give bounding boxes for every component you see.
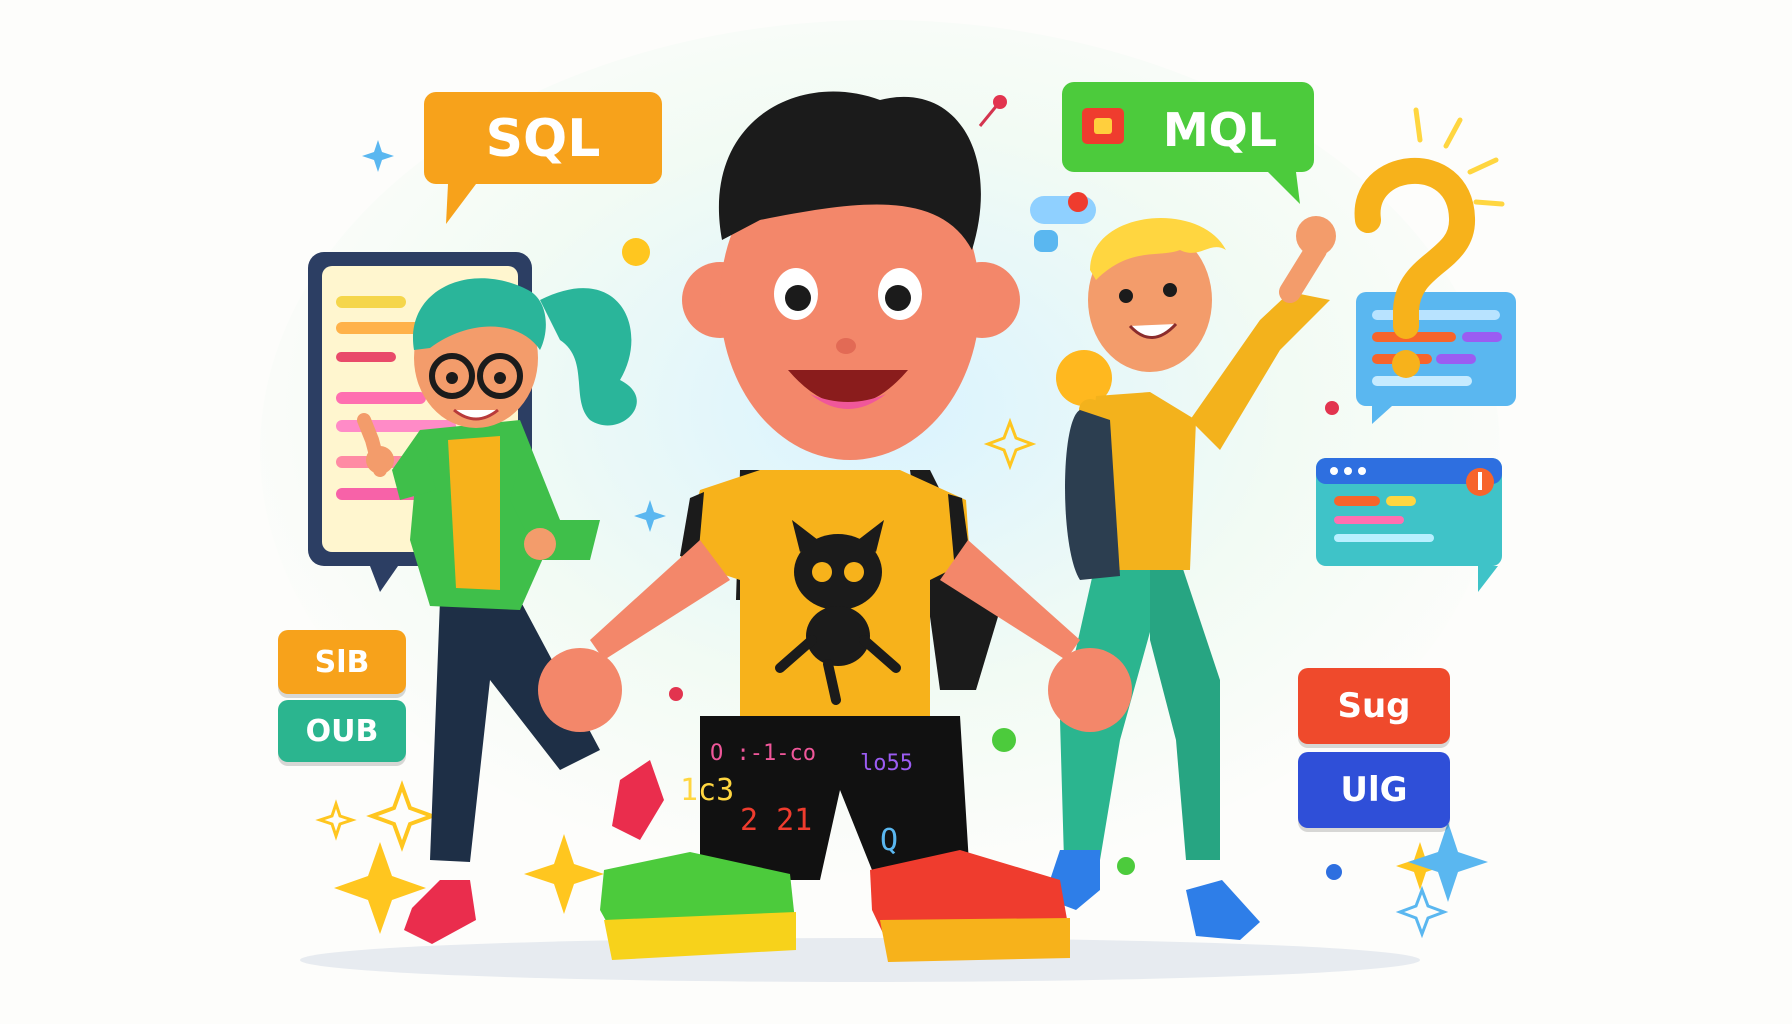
dot-icon: [1325, 401, 1339, 415]
dot-icon: [992, 728, 1016, 752]
tag-sug: Sug: [1298, 668, 1450, 744]
ground-shadow: [300, 938, 1420, 982]
pants-code-4: lo55: [860, 751, 913, 776]
dot-icon: [669, 687, 683, 701]
tag-slb: SlB: [278, 630, 406, 694]
illustration-scene: SQL MQL O:-1-co 1c3 2 21 lo55 Q SlB OUB…: [0, 0, 1792, 1024]
dot-icon: [1326, 864, 1342, 880]
dot-icon: [622, 238, 650, 266]
sql-label: SQL: [486, 109, 601, 169]
pants-code-5: Q: [880, 823, 898, 858]
tag-oub: OUB: [278, 700, 406, 762]
mql-label: MQL: [1163, 103, 1277, 157]
pants-code-1: O :-1-co: [710, 741, 816, 766]
pants-code-3: 2 21: [740, 803, 812, 838]
illustration-canvas: SQL MQL O:-1-co 1c3 2 21 lo55 Q: [0, 0, 1792, 1024]
pants-code-2: 1c3: [680, 773, 734, 808]
tag-ulg: UlG: [1298, 752, 1450, 828]
dot-icon: [1117, 857, 1135, 875]
chat-card-icon: [1356, 292, 1516, 424]
